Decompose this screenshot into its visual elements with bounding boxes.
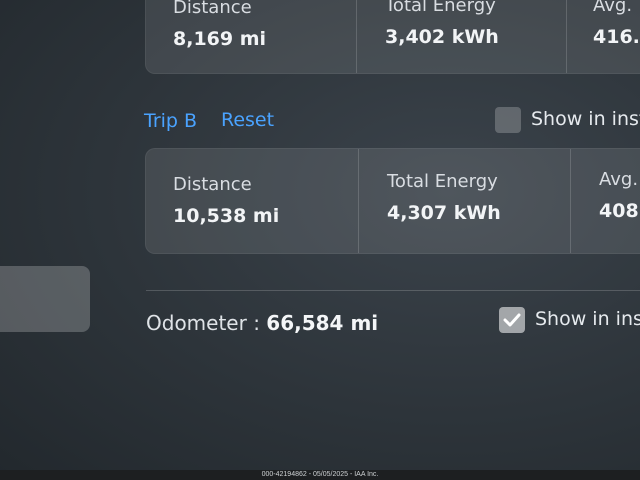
trip-a-avg-label: Avg. (593, 0, 633, 16)
trip-b-show-checkbox[interactable] (495, 107, 521, 133)
trip-a-energy-label: Total Energy (385, 0, 496, 16)
trip-b-avg-label: Avg. (599, 169, 639, 190)
trip-a-card: Distance 8,169 mi Total Energy 3,402 kWh… (145, 0, 640, 74)
left-side-panel[interactable] (0, 266, 90, 332)
trip-b-energy-value: 4,307 kWh (387, 202, 501, 224)
trip-a-avg-cell: Avg. 416.5 (566, 0, 640, 73)
trip-b-show-label: Show in inst (531, 108, 640, 130)
trip-b-reset-button[interactable]: Reset (221, 109, 274, 131)
odometer-label: Odometer : (146, 311, 260, 335)
trip-b-distance-label: Distance (173, 174, 252, 195)
trip-a-energy-cell: Total Energy 3,402 kWh (356, 0, 567, 73)
trip-b-title: Trip B (144, 110, 198, 132)
trip-b-card: Distance 10,538 mi Total Energy 4,307 kW… (145, 148, 640, 254)
trip-b-energy-label: Total Energy (387, 171, 498, 192)
odometer-show-checkbox[interactable] (499, 307, 525, 333)
trip-a-distance-label: Distance (173, 0, 252, 18)
trip-a-avg-value: 416.5 (593, 26, 640, 48)
checkmark-icon (503, 313, 521, 327)
trip-b-avg-cell: Avg. 408. (570, 149, 640, 253)
odometer-row: Odometer : 66,584 mi (146, 311, 378, 335)
trip-a-distance-value: 8,169 mi (173, 28, 267, 50)
trip-a-distance-cell: Distance 8,169 mi (146, 0, 356, 73)
odometer-value: 66,584 mi (266, 311, 379, 335)
trip-b-distance-value: 10,538 mi (173, 205, 280, 227)
trip-b-distance-cell: Distance 10,538 mi (146, 149, 358, 253)
trip-a-energy-value: 3,402 kWh (385, 26, 499, 48)
section-divider (146, 290, 640, 291)
trip-b-energy-cell: Total Energy 4,307 kWh (358, 149, 571, 253)
trip-b-avg-value: 408. (599, 200, 640, 222)
footer-watermark: 000-42194862 - 05/05/2025 - IAA Inc. (0, 470, 640, 480)
odometer-show-label: Show in ins (535, 308, 640, 330)
